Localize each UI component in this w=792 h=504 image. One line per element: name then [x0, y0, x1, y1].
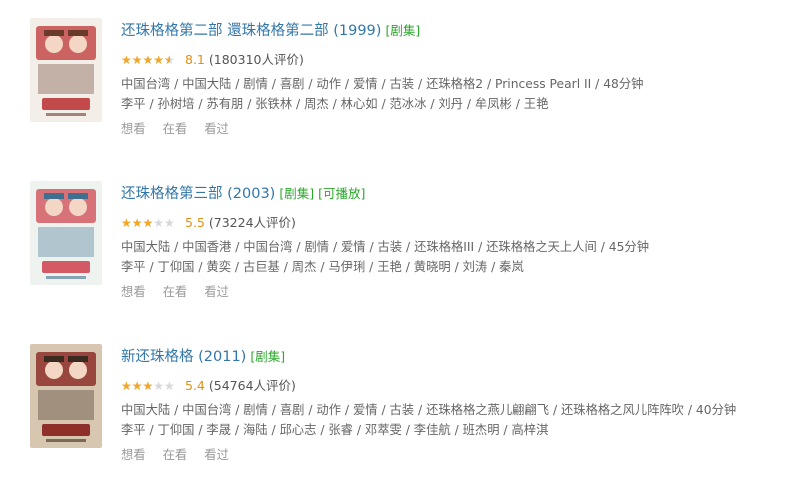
want-to-watch-button[interactable]: 想看	[121, 448, 146, 462]
poster-image[interactable]	[30, 18, 102, 122]
rating-stars-icon: ★★★★★ ★★★★★	[121, 379, 175, 393]
watched-button[interactable]: 看过	[204, 122, 229, 136]
poster-image[interactable]	[30, 344, 102, 448]
item-cast: 李平 / 孙树培 / 苏有朋 / 张铁林 / 周杰 / 林心如 / 范冰冰 / …	[121, 97, 549, 111]
watching-button[interactable]: 在看	[163, 122, 188, 136]
rating-votes: (73224人评价)	[208, 215, 296, 230]
want-to-watch-button[interactable]: 想看	[121, 122, 146, 136]
item-info: 中国大陆 / 中国台湾 / 剧情 / 喜剧 / 动作 / 爱情 / 古装 / 还…	[121, 403, 737, 417]
result-item: 还珠格格第三部 (2003) [剧集] [可播放] ★★★★★ ★★★★★ 5.5(…	[0, 181, 792, 341]
result-item: 新还珠格格 (2011) [剧集] ★★★★★ ★★★★★ 5.4(54764人评…	[0, 344, 792, 504]
watching-button[interactable]: 在看	[163, 448, 188, 462]
want-to-watch-button[interactable]: 想看	[121, 285, 146, 299]
rating-line: ★★★★★ ★★★★★ 5.5(73224人评价)	[121, 213, 792, 233]
item-info: 中国台湾 / 中国大陆 / 剧情 / 喜剧 / 动作 / 爱情 / 古装 / 还…	[121, 77, 644, 91]
item-tag[interactable]: [剧集]	[250, 349, 285, 364]
item-actions: 想看 在看 看过	[121, 446, 792, 464]
rating-stars-icon: ★★★★★ ★★★★★	[121, 53, 175, 67]
rating-score: 5.5	[185, 215, 205, 230]
item-info: 中国大陆 / 中国香港 / 中国台湾 / 剧情 / 爱情 / 古装 / 还珠格格…	[121, 240, 650, 254]
rating-votes: (180310人评价)	[208, 52, 304, 67]
item-actions: 想看 在看 看过	[121, 283, 792, 301]
item-tag[interactable]: [剧集]	[279, 186, 314, 201]
item-actions: 想看 在看 看过	[121, 120, 792, 138]
watched-button[interactable]: 看过	[204, 448, 229, 462]
item-tag[interactable]: [可播放]	[318, 186, 365, 201]
item-title[interactable]: 还珠格格第二部 還珠格格第二部 (1999)	[121, 23, 381, 39]
rating-line: ★★★★★ ★★★★★ 8.1 (180310人评价)	[121, 50, 792, 70]
rating-score: 8.1	[185, 52, 205, 67]
rating-score: 5.4	[185, 378, 205, 393]
item-title[interactable]: 新还珠格格 (2011)	[121, 349, 246, 365]
rating-votes: (54764人评价)	[208, 378, 296, 393]
watched-button[interactable]: 看过	[204, 285, 229, 299]
item-title[interactable]: 还珠格格第三部 (2003)	[121, 186, 275, 202]
result-item: 还珠格格第二部 還珠格格第二部 (1999) [剧集] ★★★★★ ★★★★★ 8…	[0, 18, 792, 178]
item-cast: 李平 / 丁仰国 / 李晟 / 海陆 / 邱心志 / 张睿 / 邓萃雯 / 李佳…	[121, 423, 549, 437]
rating-stars-icon: ★★★★★ ★★★★★	[121, 216, 175, 230]
item-cast: 李平 / 丁仰国 / 黄奕 / 古巨基 / 周杰 / 马伊琍 / 王艳 / 黄晓…	[121, 260, 524, 274]
poster-image[interactable]	[30, 181, 102, 285]
watching-button[interactable]: 在看	[163, 285, 188, 299]
rating-line: ★★★★★ ★★★★★ 5.4(54764人评价)	[121, 376, 792, 396]
item-tag[interactable]: [剧集]	[385, 23, 420, 38]
